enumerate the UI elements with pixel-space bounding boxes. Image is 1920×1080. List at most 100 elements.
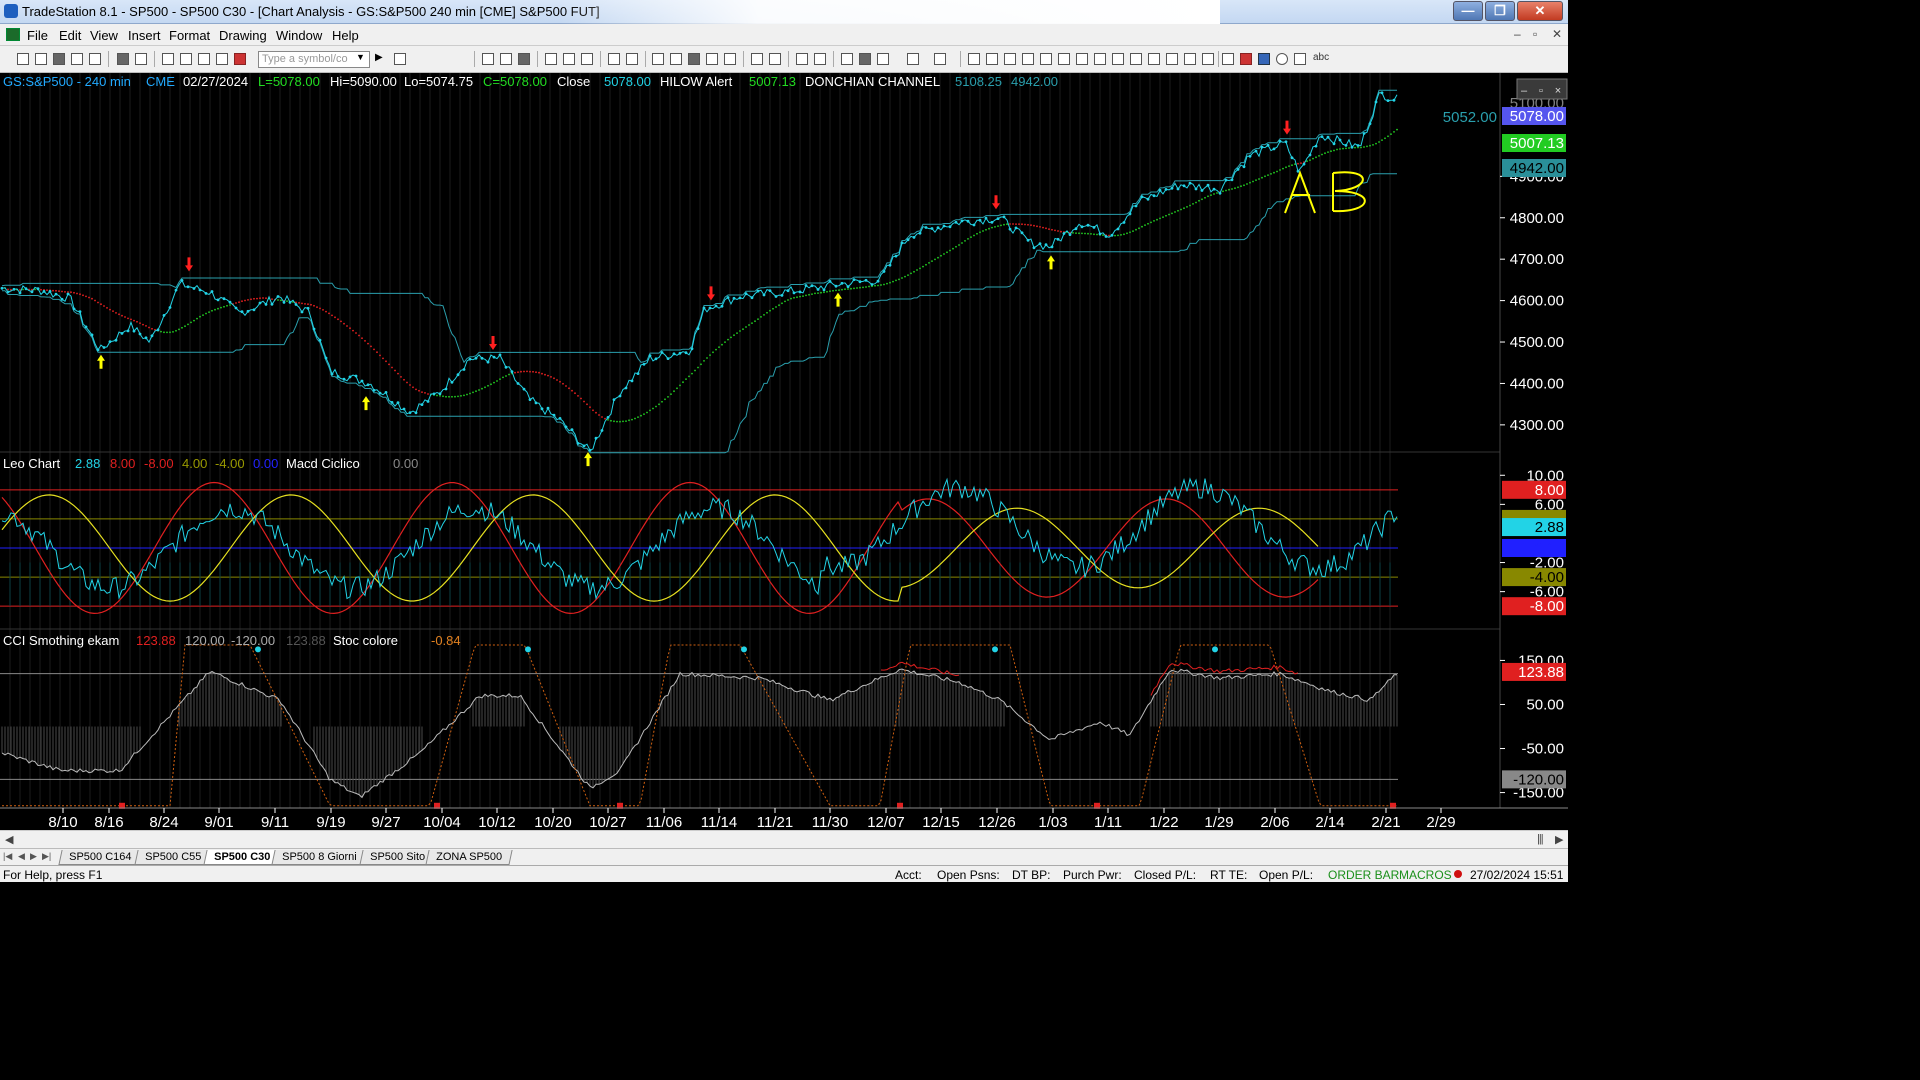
- tab-prev-icon[interactable]: ◀: [18, 851, 25, 862]
- horizontal-scrollbar[interactable]: ◀ ||| ▶: [0, 830, 1568, 848]
- menu-help[interactable]: Help: [332, 28, 359, 43]
- tab-label: SP500 C30: [214, 851, 271, 863]
- new-icon[interactable]: [17, 53, 29, 65]
- menu-format[interactable]: Format: [169, 28, 210, 43]
- arc-icon[interactable]: [1184, 53, 1196, 65]
- new-workspace-icon[interactable]: [71, 53, 83, 65]
- link-icon[interactable]: [234, 53, 246, 65]
- chart-canvas[interactable]: 5052.00 4900.004800.004700.004600.004500…: [0, 73, 1568, 830]
- pane-minimize-icon[interactable]: –: [1521, 85, 1528, 97]
- menu-window[interactable]: Window: [276, 28, 322, 43]
- zoom-out-icon[interactable]: [814, 53, 826, 65]
- save-icon[interactable]: [89, 53, 101, 65]
- compress-bars-icon[interactable]: [724, 53, 736, 65]
- chart-window-icon[interactable]: [6, 28, 20, 41]
- symbol-input[interactable]: Type a symbol/co: [258, 51, 370, 68]
- minimize-button[interactable]: —: [1453, 1, 1483, 21]
- insert-strategy-icon[interactable]: [626, 53, 638, 65]
- down-arrow-icon[interactable]: [1240, 53, 1252, 65]
- fib-retracement-icon[interactable]: [1022, 53, 1034, 65]
- format-icon[interactable]: [162, 53, 174, 65]
- open-icon[interactable]: [35, 53, 47, 65]
- menu-drawing[interactable]: Drawing: [219, 28, 267, 43]
- ellipse-icon[interactable]: [1276, 53, 1288, 65]
- bar-chart-icon[interactable]: [545, 53, 557, 65]
- crosshair-icon[interactable]: [859, 53, 871, 65]
- insert-chart-icon[interactable]: [482, 53, 494, 65]
- tab-sp500-sito[interactable]: SP500 Sito: [359, 850, 436, 865]
- order-bar-button[interactable]: ORDER BAR: [1328, 868, 1399, 882]
- mdi-restore-button[interactable]: ▫: [1533, 27, 1537, 41]
- scroll-right-icon[interactable]: [769, 53, 781, 65]
- menu-view[interactable]: View: [90, 28, 118, 43]
- candle-chart-icon[interactable]: [581, 53, 593, 65]
- print-icon[interactable]: [117, 53, 129, 65]
- price-dot: [882, 270, 886, 273]
- hilow-dot: [94, 299, 96, 302]
- scroll-left-arrow-icon[interactable]: ◀: [5, 833, 13, 846]
- open-workspace-icon[interactable]: [53, 53, 65, 65]
- trendline-icon[interactable]: [968, 53, 980, 65]
- format-bar-icon[interactable]: [652, 53, 664, 65]
- fib-extension-icon[interactable]: [1166, 53, 1178, 65]
- insert-grid-icon[interactable]: [518, 53, 530, 65]
- macros-button[interactable]: MACROS: [1399, 868, 1452, 882]
- tab-zona-sp500[interactable]: ZONA SP500: [425, 850, 513, 865]
- tab-sp500-c164[interactable]: SP500 C164: [58, 850, 142, 865]
- speed-line-icon[interactable]: [1076, 53, 1088, 65]
- tab-last-icon[interactable]: ▶|: [42, 851, 51, 862]
- hilow-dot: [562, 382, 564, 385]
- chart-analysis-window[interactable]: 5052.00 4900.004800.004700.004600.004500…: [0, 73, 1568, 830]
- format-symbol-icon[interactable]: [670, 53, 682, 65]
- print-preview-icon[interactable]: [135, 53, 147, 65]
- tab-sp500-8-giorni[interactable]: SP500 8 Giorni: [271, 850, 368, 865]
- menu-insert[interactable]: Insert: [128, 28, 161, 43]
- arrow-horizontal-icon[interactable]: [1148, 53, 1160, 65]
- time-zones-icon[interactable]: [1112, 53, 1124, 65]
- format-window-icon[interactable]: [180, 53, 192, 65]
- text-tool-icon[interactable]: abc: [1313, 52, 1329, 63]
- pane-restore-icon[interactable]: ▫: [1539, 85, 1543, 97]
- pencil-icon[interactable]: [1202, 53, 1214, 65]
- curve-icon[interactable]: [1222, 53, 1234, 65]
- horizontal-line-icon[interactable]: [1004, 53, 1016, 65]
- hand-icon[interactable]: [877, 53, 889, 65]
- find-symbol-icon[interactable]: [394, 53, 406, 65]
- symbol-dropdown-icon[interactable]: ▼: [356, 52, 365, 62]
- andrews-pitchfork-icon[interactable]: [1130, 53, 1142, 65]
- channel-icon[interactable]: [1040, 53, 1052, 65]
- mdi-minimize-button[interactable]: –: [1514, 27, 1521, 41]
- tab-sp500-c55[interactable]: SP500 C55: [134, 850, 212, 865]
- chart-style-icon[interactable]: [216, 53, 228, 65]
- pointer-icon[interactable]: [841, 53, 853, 65]
- rectangle-icon[interactable]: [1294, 53, 1306, 65]
- drawing-objects-icon[interactable]: [934, 53, 946, 65]
- menu-file[interactable]: File: [27, 28, 48, 43]
- data-window-icon[interactable]: [688, 53, 700, 65]
- vertical-line-icon[interactable]: [986, 53, 998, 65]
- scroll-thumb-icon[interactable]: |||: [1537, 833, 1544, 845]
- symbol-go-icon[interactable]: ▶: [375, 52, 383, 63]
- close-button[interactable]: ✕: [1517, 1, 1563, 21]
- tab-next-icon[interactable]: ▶: [30, 851, 37, 862]
- menu-edit[interactable]: Edit: [59, 28, 81, 43]
- zoom-bars-icon[interactable]: [706, 53, 718, 65]
- tab-sp500-c30[interactable]: SP500 C30: [203, 850, 281, 865]
- pane-close-icon[interactable]: ×: [1555, 85, 1561, 97]
- insert-radar-icon[interactable]: [500, 53, 512, 65]
- maximize-button[interactable]: ❐: [1485, 1, 1515, 21]
- tab-first-icon[interactable]: |◀: [3, 851, 12, 862]
- mdi-close-button[interactable]: ✕: [1552, 27, 1562, 41]
- scroll-right-arrow-icon[interactable]: ▶: [1555, 833, 1563, 846]
- up-arrow-icon[interactable]: [1258, 53, 1270, 65]
- zoom-in-icon[interactable]: [796, 53, 808, 65]
- snap-icon[interactable]: [907, 53, 919, 65]
- hilow-dot: [793, 296, 795, 299]
- hilow-dot: [778, 304, 780, 307]
- line-chart-icon[interactable]: [563, 53, 575, 65]
- scroll-left-icon[interactable]: [751, 53, 763, 65]
- gann-icon[interactable]: [1094, 53, 1106, 65]
- fan-icon[interactable]: [1058, 53, 1070, 65]
- lock-icon[interactable]: [198, 53, 210, 65]
- insert-indicator-icon[interactable]: [608, 53, 620, 65]
